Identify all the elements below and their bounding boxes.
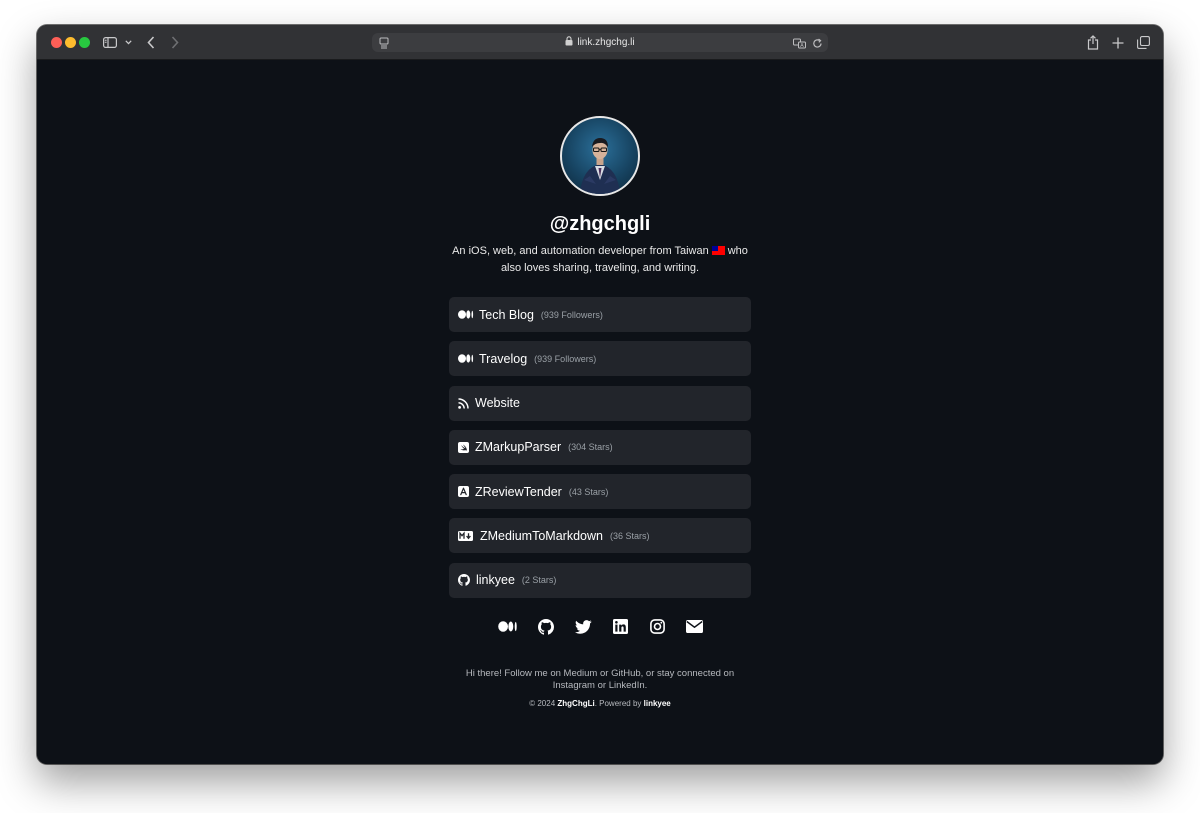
reload-icon[interactable]	[812, 36, 823, 54]
link-website[interactable]: Website	[449, 385, 751, 421]
link-meta: (939 Followers)	[540, 309, 603, 320]
link-title: ZMediumToMarkdown	[480, 528, 603, 543]
tab-overview-icon[interactable]	[1136, 34, 1150, 51]
rss-icon	[458, 395, 470, 411]
address-bar[interactable]: link.zhgchg.li A	[372, 33, 828, 52]
link-title: ZMarkupParser	[475, 440, 562, 455]
powered-text: . Powered by	[594, 699, 644, 708]
lock-icon	[565, 36, 573, 49]
username: @zhgchgli	[549, 213, 651, 235]
link-meta: (2 Stars)	[521, 575, 557, 586]
link-tech-blog[interactable]: Tech Blog (939 Followers)	[449, 297, 751, 332]
linkyee-link[interactable]: linkyee	[644, 699, 671, 708]
browser-toolbar: link.zhgchg.li A	[37, 25, 1163, 60]
link-title: Website	[475, 396, 520, 411]
minimize-window-button[interactable]	[65, 37, 76, 48]
link-meta: (939 Followers)	[534, 353, 597, 364]
page-content: @zhgchgli An iOS, web, and automation de…	[37, 61, 1163, 764]
zoom-window-button[interactable]	[79, 37, 90, 48]
sidebar-toggle-icon[interactable]	[102, 34, 118, 51]
taiwan-flag-icon	[711, 246, 725, 255]
new-tab-icon[interactable]	[1111, 34, 1125, 51]
link-linkyee[interactable]: linkyee (2 Stars)	[449, 562, 751, 598]
bio: An iOS, web, and automation developer fr…	[442, 243, 758, 277]
link-title: linkyee	[476, 573, 515, 588]
link-title: Tech Blog	[479, 307, 534, 322]
share-icon[interactable]	[1086, 34, 1100, 51]
owner-link[interactable]: ZhgChgLi	[557, 699, 594, 708]
link-zreviewtender[interactable]: ZReviewTender (43 Stars)	[449, 474, 751, 510]
markdown-icon	[458, 528, 475, 544]
medium-icon	[458, 351, 474, 367]
bio-text-part1: An iOS, web, and automation developer fr…	[452, 245, 709, 257]
linkedin-icon[interactable]	[612, 618, 629, 635]
github-icon	[458, 572, 471, 588]
twitter-icon[interactable]	[574, 618, 592, 635]
social-icons	[37, 618, 1163, 635]
link-title: Travelog	[479, 351, 528, 366]
profile-photo	[580, 138, 620, 194]
avatar	[560, 116, 640, 196]
instagram-icon[interactable]	[649, 618, 666, 635]
forward-arrow-icon[interactable]	[168, 34, 182, 51]
link-travelog[interactable]: Travelog (939 Followers)	[449, 341, 751, 377]
link-zmarkupparser[interactable]: ZMarkupParser (304 Stars)	[449, 429, 751, 465]
copyright-prefix: © 2024	[529, 699, 558, 708]
link-zmediumtomarkdown[interactable]: ZMediumToMarkdown (36 Stars)	[449, 518, 751, 554]
github-icon[interactable]	[538, 618, 555, 635]
copyright: © 2024 ZhgChgLi. Powered by linkyee	[37, 699, 1163, 708]
medium-icon	[458, 307, 474, 323]
url-text: link.zhgchg.li	[577, 37, 635, 48]
browser-window: link.zhgchg.li A @zhgchgli An iOS, web, …	[37, 25, 1163, 764]
medium-icon[interactable]	[497, 618, 518, 635]
svg-text:A: A	[800, 43, 804, 49]
back-arrow-icon[interactable]	[144, 34, 158, 51]
link-meta: (304 Stars)	[568, 442, 613, 453]
chevron-down-icon[interactable]	[123, 34, 133, 51]
link-list: Tech Blog (939 Followers) Travelog (939 …	[449, 297, 751, 607]
link-title: ZReviewTender	[475, 484, 562, 499]
footer-note: Hi there! Follow me on Medium or GitHub,…	[465, 668, 735, 691]
link-meta: (36 Stars)	[609, 530, 650, 541]
link-meta: (43 Stars)	[568, 486, 609, 497]
swift-icon	[458, 439, 470, 455]
close-window-button[interactable]	[51, 37, 62, 48]
email-icon[interactable]	[685, 618, 703, 635]
app-store-icon	[458, 484, 470, 500]
translate-icon[interactable]: A	[793, 36, 806, 54]
